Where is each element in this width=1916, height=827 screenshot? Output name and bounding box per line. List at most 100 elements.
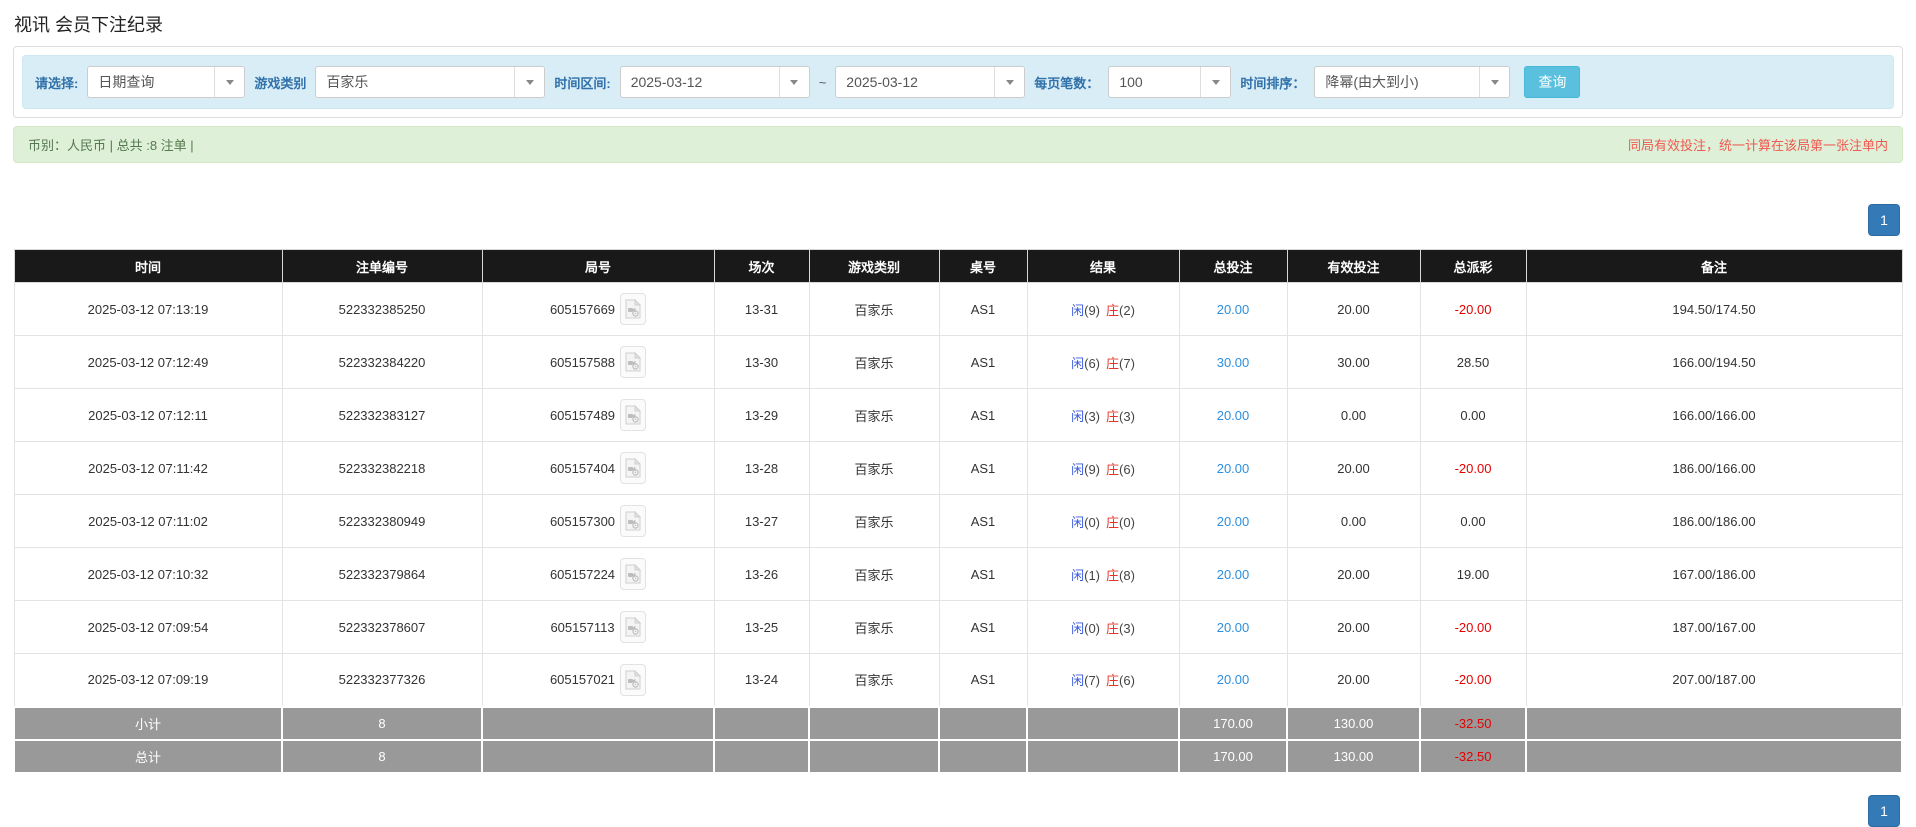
cell-table-id: AS1 [938,494,1028,548]
cell-round-id: 605157669 [481,282,715,336]
chevron-down-icon[interactable] [214,67,245,97]
result-player-score: (3) [1084,408,1100,424]
header-bet-id: 注单编号 [281,249,483,283]
header-round-id: 局号 [481,249,715,283]
video-replay-button[interactable] [620,505,647,537]
total-bet-link[interactable]: 20.00 [1217,302,1250,317]
round-id-value: 605157021 [549,672,616,688]
cell-time: 2025-03-12 07:13:19 [13,282,283,336]
cell-game-type: 百家乐 [808,547,940,601]
cell-valid-bet: 20.00 [1286,282,1421,336]
cell-session: 13-31 [713,282,810,336]
chevron-down-icon[interactable] [994,67,1025,97]
result-player-score: (0) [1084,514,1100,530]
cell-table-id: AS1 [938,547,1028,601]
video-file-icon [625,299,642,319]
result-player-label: 闲 [1071,567,1085,583]
cell-bet-id: 522332382218 [281,441,483,495]
table-row: 2025-03-12 07:12:11 522332383127 6051574… [13,388,1903,442]
cell-remark: 167.00/186.00 [1525,547,1903,601]
subtotal-payout: -32.50 [1419,705,1527,741]
cell-total-bet: 20.00 [1178,388,1288,442]
cell-payout: 19.00 [1419,547,1527,601]
cell-game-type: 百家乐 [808,282,940,336]
date-to-combobox[interactable]: 2025-03-12 [835,66,1026,98]
chevron-down-icon[interactable] [1200,67,1231,97]
round-id-value: 605157404 [549,460,616,476]
cell-remark: 187.00/167.00 [1525,600,1903,654]
video-file-icon [625,458,642,478]
cell-payout: 0.00 [1419,388,1527,442]
total-total-bet: 170.00 [1178,738,1288,774]
cell-round-id: 605157300 [481,494,715,548]
chevron-down-icon[interactable] [778,67,809,97]
round-id-value: 605157588 [549,354,616,370]
result-banker-label: 庄 [1106,302,1120,318]
table-row: 2025-03-12 07:09:54 522332378607 6051571… [13,600,1903,654]
header-game-type: 游戏类别 [808,249,940,283]
result-banker-label: 庄 [1106,620,1120,636]
result-banker-label: 庄 [1106,461,1120,477]
total-bet-link[interactable]: 20.00 [1217,408,1250,423]
cell-table-id: AS1 [938,388,1028,442]
filter-panel: 请选择: 日期查询 游戏类别 百家乐 时间区间: 2025-03-12 ~ 20… [13,46,1903,118]
page-1-button-bottom[interactable]: 1 [1868,794,1900,827]
result-player-score: (9) [1084,461,1100,477]
game-type-label: 游戏类别 [254,75,307,91]
cell-payout: -20.00 [1419,600,1527,654]
select-type-combobox[interactable]: 日期查询 [87,66,246,98]
video-file-icon [625,617,641,637]
table-body: 2025-03-12 07:13:19 522332385250 6051576… [13,282,1903,707]
subtotal-row: 小计 8 170.00 130.00 -32.50 [13,705,1903,741]
chevron-down-icon[interactable] [514,67,545,97]
cell-valid-bet: 0.00 [1286,388,1421,442]
time-sort-combobox[interactable]: 降幂(由大到小) [1314,66,1511,98]
result-player-label: 闲 [1071,302,1085,318]
cell-result: 闲(9) 庄(6) [1026,441,1180,495]
page-1-button[interactable]: 1 [1868,204,1900,236]
total-bet-link[interactable]: 20.00 [1217,461,1250,476]
cell-round-id: 605157224 [481,547,715,601]
cell-game-type: 百家乐 [808,388,940,442]
round-id-value: 605157224 [549,566,616,582]
cell-total-bet: 20.00 [1178,282,1288,336]
video-replay-button[interactable] [620,293,647,325]
cell-session: 13-30 [713,335,810,389]
video-replay-button[interactable] [619,611,646,643]
date-from-combobox[interactable]: 2025-03-12 [619,66,810,98]
header-valid-bet: 有效投注 [1286,249,1421,283]
cell-payout: 28.50 [1419,335,1527,389]
chevron-down-icon[interactable] [1479,67,1510,97]
total-bet-link[interactable]: 20.00 [1217,514,1250,529]
table-row: 2025-03-12 07:11:02 522332380949 6051573… [13,494,1903,548]
video-replay-button[interactable] [620,558,647,590]
video-replay-button[interactable] [620,452,647,484]
result-banker-score: (0) [1119,514,1135,530]
video-file-icon [625,405,642,425]
cell-result: 闲(1) 庄(8) [1026,547,1180,601]
total-bet-link[interactable]: 30.00 [1217,355,1250,370]
result-player-label: 闲 [1071,620,1085,636]
video-replay-button[interactable] [620,399,647,431]
page-size-combobox[interactable]: 100 [1108,66,1232,98]
round-id-value: 605157300 [549,513,616,529]
video-file-icon [625,669,642,690]
round-id-value: 605157489 [549,407,616,423]
bet-records-table: 时间 注单编号 局号 场次 游戏类别 桌号 结果 总投注 有效投注 总派彩 备注… [13,249,1903,774]
video-replay-button[interactable] [620,663,647,696]
search-button[interactable]: 查询 [1524,66,1581,98]
header-time: 时间 [13,249,283,283]
page-size-label: 每页笔数： [1034,75,1100,91]
cell-bet-id: 522332384220 [281,335,483,389]
total-bet-link[interactable]: 20.00 [1217,620,1250,635]
cell-result: 闲(6) 庄(7) [1026,335,1180,389]
result-banker-score: (3) [1119,620,1135,636]
result-banker-score: (7) [1119,355,1135,371]
time-sort-value: 降幂(由大到小) [1325,74,1419,90]
game-type-combobox[interactable]: 百家乐 [315,66,546,98]
video-replay-button[interactable] [620,346,647,378]
table-row: 2025-03-12 07:12:49 522332384220 6051575… [13,335,1903,389]
total-bet-link[interactable]: 20.00 [1217,567,1250,582]
cell-result: 闲(0) 庄(0) [1026,494,1180,548]
total-bet-link[interactable]: 20.00 [1217,672,1250,687]
